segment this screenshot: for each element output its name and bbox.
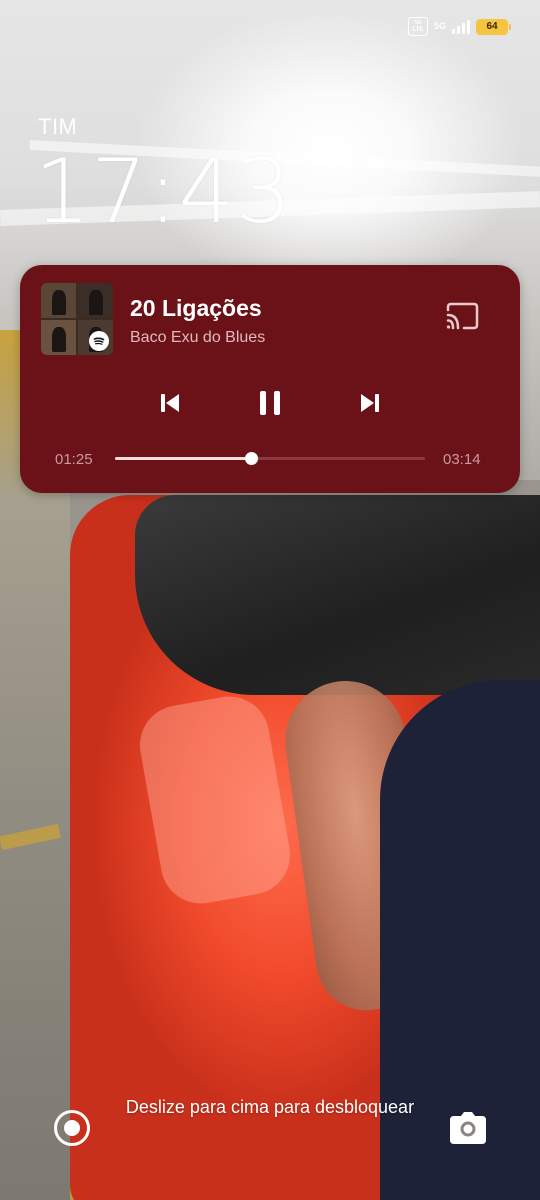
playback-progress-slider[interactable] <box>115 452 425 465</box>
battery-icon: 64 <box>476 18 511 35</box>
status-icons: Vo LTE 5G 64 <box>407 17 511 36</box>
carrier-name: TIM <box>38 114 78 139</box>
progress-thumb[interactable] <box>244 452 258 465</box>
track-title: 20 Ligações <box>130 295 262 321</box>
pause-icon <box>260 391 280 415</box>
track-artist: Baco Exu do Blues <box>130 329 266 346</box>
elapsed-time: 01:25 <box>55 451 93 468</box>
unlock-hint: Deslize para cima para desbloquear <box>125 1097 415 1117</box>
status-bar: Vo LTE 5G 64 <box>0 0 540 50</box>
next-track-button[interactable] <box>354 387 386 419</box>
lockscreen-clock: 17:43 <box>34 140 293 243</box>
volte-label-top: Vo <box>414 19 422 26</box>
skip-next-icon <box>361 394 379 412</box>
camera-icon[interactable] <box>448 1110 488 1146</box>
wallpaper-car-window <box>135 495 540 695</box>
circle-home-icon[interactable] <box>54 1110 90 1146</box>
network-type: 5G <box>433 21 446 31</box>
volte-icon: Vo LTE <box>407 17 428 36</box>
skip-previous-icon <box>161 394 179 412</box>
volte-label-bottom: LTE <box>412 26 424 33</box>
cast-icon[interactable] <box>444 301 480 331</box>
battery-level: 64 <box>486 21 498 32</box>
total-time: 03:14 <box>443 451 481 468</box>
pause-button[interactable] <box>252 385 288 421</box>
album-art <box>41 283 113 355</box>
previous-track-button[interactable] <box>154 387 186 419</box>
media-player-card[interactable]: 20 Ligações Baco Exu do Blues 01:25 03:1… <box>20 265 520 493</box>
spotify-icon <box>89 331 109 351</box>
signal-strength-icon <box>452 19 470 34</box>
progress-fill <box>115 457 251 460</box>
